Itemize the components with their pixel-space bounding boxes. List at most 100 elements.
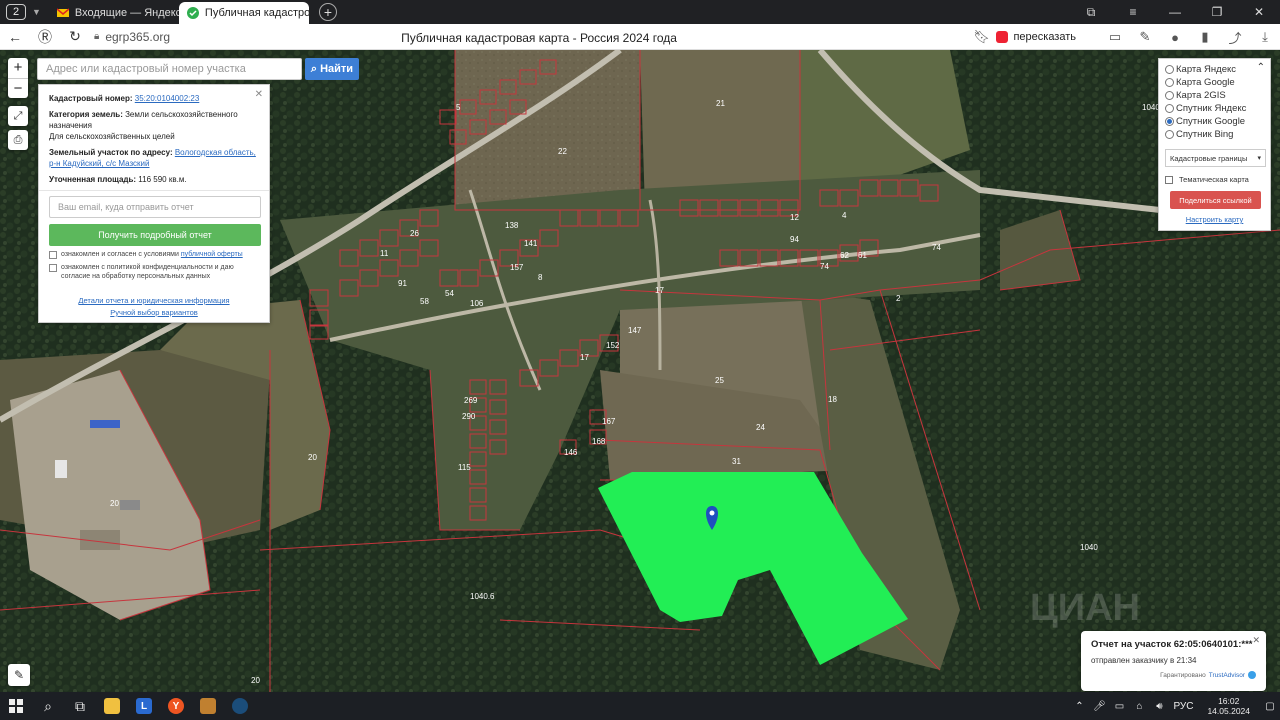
retell-button[interactable]: пересказать <box>996 31 1076 43</box>
parcel-label: 94 <box>790 235 799 244</box>
volume-icon[interactable]: 🔊︎ <box>1149 692 1169 720</box>
file-explorer-icon[interactable] <box>96 692 128 720</box>
cadastral-label: Кадастровый номер: <box>49 94 133 103</box>
language-indicator[interactable]: РУС <box>1169 692 1197 720</box>
details-link[interactable]: Детали отчета и юридическая информация <box>78 296 229 305</box>
get-report-button[interactable]: Получить подробный отчет <box>49 224 261 246</box>
pen-icon[interactable]: ✎ <box>1130 29 1160 45</box>
retell-icon <box>996 31 1009 43</box>
windows-start-icon[interactable] <box>0 692 32 720</box>
clock[interactable]: 16:02 14.05.2024 <box>1207 696 1250 716</box>
chevron-up-icon[interactable]: ⌃ <box>1257 62 1265 73</box>
window-controls: ⧉ ≡ — ❐ ✕ <box>1070 0 1280 24</box>
search-button[interactable]: ⌕ Найти <box>305 58 359 80</box>
radio-selected[interactable] <box>1165 117 1174 126</box>
zoom-in-button[interactable]: + <box>8 58 28 78</box>
notification-body: отправлен заказчику в 21:34 <box>1091 656 1197 665</box>
menu-icon[interactable]: ≡ <box>1112 5 1154 19</box>
network-icon[interactable]: ⌂ <box>1129 692 1149 720</box>
radio[interactable] <box>1165 130 1174 139</box>
yandex-browser-icon[interactable]: Y <box>160 692 192 720</box>
verified-icon <box>1248 671 1256 679</box>
consent-checkbox[interactable] <box>49 251 57 259</box>
chevron-down-icon[interactable]: ▼ <box>32 7 41 17</box>
tab-cadastral[interactable]: Публичная кадастровая карта ✕ <box>178 2 309 24</box>
consent-checkbox[interactable] <box>49 264 57 272</box>
parcel-label: 91 <box>398 279 407 288</box>
select-value: Кадастровые границы <box>1170 153 1248 163</box>
alice-icon[interactable]: ● <box>1160 30 1190 45</box>
app-l-icon[interactable]: L <box>128 692 160 720</box>
privacy-consent[interactable]: ознакомлен с политикой конфиденциальност… <box>49 263 259 281</box>
thematic-toggle[interactable]: Тематическая карта <box>1165 175 1264 184</box>
category-label: Категория земель: <box>49 110 123 119</box>
offer-link[interactable]: публичной оферты <box>181 251 243 258</box>
task-view-icon[interactable]: ⧉ <box>64 692 96 720</box>
microphone-icon[interactable]: 🎤︎ <box>1089 692 1109 720</box>
radio[interactable] <box>1165 104 1174 113</box>
parcel-label: 157 <box>510 263 524 272</box>
boundaries-select[interactable]: Кадастровые границы ▾ <box>1165 149 1266 167</box>
minimize-icon[interactable]: — <box>1154 5 1196 19</box>
privacy-text: ознакомлен с политикой конфиденциальност… <box>61 264 234 280</box>
monitor-icon[interactable]: ▭ <box>1109 692 1129 720</box>
chevron-down-icon: ▾ <box>1257 155 1261 162</box>
panel-links: Детали отчета и юридическая информация Р… <box>49 295 259 319</box>
time: 16:02 <box>1218 696 1240 706</box>
layer-label: Карта 2GIS <box>1176 90 1226 101</box>
radio[interactable] <box>1165 78 1174 87</box>
setup-map-link[interactable]: Настроить карту <box>1165 215 1264 224</box>
radio[interactable] <box>1165 65 1174 74</box>
offer-consent[interactable]: ознакомлен и согласен с условиями публич… <box>49 250 259 259</box>
parcel-info-panel: ✕ Кадастровый номер: 35:20:0104002:23 Ка… <box>38 84 270 323</box>
game-icon[interactable] <box>192 692 224 720</box>
layer-option[interactable]: Карта 2GIS <box>1165 89 1264 102</box>
downloads-icon[interactable]: ▭ <box>1100 29 1130 45</box>
cadastral-number[interactable]: 35:20:0104002:23 <box>135 94 200 103</box>
layer-label: Карта Яндекс <box>1176 64 1237 75</box>
parcel-label: 25 <box>715 376 724 385</box>
notifications-icon[interactable]: ▢ <box>1260 692 1280 720</box>
thematic-checkbox[interactable] <box>1165 175 1173 184</box>
close-icon[interactable]: ✕ <box>1252 635 1260 646</box>
divider <box>39 190 269 191</box>
new-tab-button[interactable]: + <box>318 3 337 21</box>
verify-link[interactable]: TrustAdvisor <box>1209 672 1245 679</box>
layer-option[interactable]: Карта Яндекс <box>1165 63 1264 76</box>
share-icon[interactable]: ⤴ <box>1220 28 1250 47</box>
extension-icon[interactable]: ▮ <box>1190 29 1220 45</box>
tab-title: Входящие — Яндекс Почта <box>74 7 179 19</box>
area-value: 116 590 кв.м. <box>138 175 187 184</box>
layer-option[interactable]: Спутник Google <box>1165 115 1264 128</box>
parcel-label: 146 <box>564 448 578 457</box>
parcel-label: 11 <box>380 249 389 258</box>
layer-option[interactable]: Спутник Bing <box>1165 128 1264 141</box>
steam-icon[interactable] <box>224 692 256 720</box>
collections-icon[interactable]: ⧉ <box>1070 5 1112 20</box>
close-icon[interactable]: ✕ <box>255 89 263 100</box>
bookmark-icon[interactable]: 🔖︎ <box>966 29 996 45</box>
restore-icon[interactable]: ❐ <box>1196 5 1238 19</box>
manual-link[interactable]: Ручной выбор вариантов <box>110 308 198 317</box>
search-input[interactable] <box>37 58 302 80</box>
email-field[interactable]: Ваш email, куда отправить отчет <box>49 196 261 218</box>
search-icon[interactable]: ⌕ <box>32 692 64 720</box>
zoom-out-button[interactable]: − <box>8 78 28 98</box>
print-button[interactable]: ⎙ <box>8 130 28 150</box>
share-button[interactable]: Поделиться ссылкой <box>1170 191 1261 209</box>
close-window-icon[interactable]: ✕ <box>1238 5 1280 19</box>
radio[interactable] <box>1165 91 1174 100</box>
layer-option[interactable]: Спутник Яндекс <box>1165 102 1264 115</box>
tab-counter[interactable]: 2 <box>6 4 26 20</box>
parcel-label: 74 <box>820 262 829 271</box>
pencil-icon: ✎ <box>13 668 25 682</box>
layer-option[interactable]: Карта Google <box>1165 76 1264 89</box>
tab-mail[interactable]: Входящие — Яндекс Почта <box>49 2 179 24</box>
system-tray: ⌃ 🎤︎ ▭ ⌂ 🔊︎ РУС 16:02 14.05.2024 ▢ <box>1069 692 1280 720</box>
edit-button[interactable]: ✎ <box>8 664 30 686</box>
category-row: Категория земель: Земли сельскохозяйстве… <box>49 109 259 142</box>
chevron-up-icon[interactable]: ⌃ <box>1069 692 1089 720</box>
parcel-label: 115 <box>458 463 471 472</box>
measure-button[interactable]: ⤢ <box>8 106 28 126</box>
download-icon[interactable]: ⤓ <box>1250 29 1280 45</box>
